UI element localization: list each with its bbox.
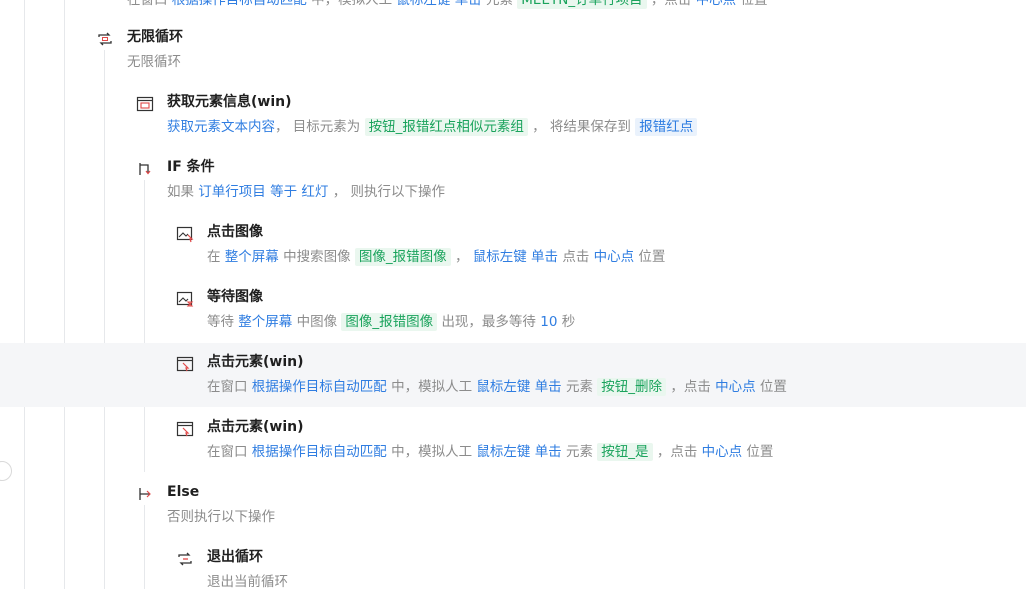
step-desc: 在窗口 根据操作目标自动匹配 中，模拟人工 鼠标左键 单击 元素 按钮_删除 ，…	[207, 378, 787, 396]
step-desc: 在 整个屏幕 中搜索图像 图像_报错图像 ， 鼠标左键 单击 点击 中心点 位置	[207, 248, 666, 266]
step-desc: 在窗口 根据操作目标自动匹配 中，模拟人工 鼠标左键 单击 元素 按钮_是 ，点…	[207, 443, 774, 461]
step-desc: 获取元素文本内容， 目标元素为 按钮_报错红点相似元素组 ， 将结果保存到 报错…	[167, 117, 698, 137]
element-ref[interactable]: 按钮_删除	[597, 378, 667, 396]
step-title: 无限循环	[127, 29, 183, 45]
image-ref[interactable]: 图像_报错图像	[354, 248, 451, 266]
step-desc: 如果 订单行项目 等于 红灯 ， 则执行以下操作	[167, 184, 445, 200]
step-title: 退出循环	[207, 549, 263, 565]
tree-line-level1	[64, 0, 65, 589]
element-ref[interactable]: 按钮_报错红点相似元素组	[364, 118, 528, 136]
wait-image-icon	[176, 291, 194, 307]
step-title: 点击图像	[207, 224, 263, 240]
variable-ref[interactable]: 报错红点	[635, 118, 698, 136]
exit-loop-icon	[178, 552, 192, 566]
window-element-icon	[136, 96, 154, 112]
click-element-icon	[176, 356, 194, 372]
step-title: 点击元素(win)	[207, 354, 304, 370]
step-desc: 退出当前循环	[207, 574, 288, 590]
tree-line-root	[24, 0, 25, 589]
step-desc: 否则执行以下操作	[167, 509, 275, 525]
collapse-handle[interactable]	[0, 461, 12, 481]
loop-icon	[98, 32, 112, 46]
step-desc-partial: 在窗口 根据操作目标自动匹配 中，模拟人工 鼠标左键 单击 元素 MEETN_订…	[127, 0, 767, 10]
step-desc: 无限循环	[127, 54, 181, 70]
else-branch-icon	[139, 488, 151, 500]
tree-line-else	[144, 505, 145, 589]
step-title: 获取元素信息(win)	[167, 94, 292, 110]
step-desc: 等待 整个屏幕 中图像 图像_报错图像 出现，最多等待 10 秒	[207, 313, 576, 331]
branch-icon	[139, 163, 151, 175]
click-image-icon	[176, 226, 194, 243]
step-title: 点击元素(win)	[207, 419, 304, 435]
click-element-icon	[176, 421, 194, 437]
step-title: 等待图像	[207, 289, 263, 305]
tree-line-loop	[104, 50, 105, 589]
step-title: Else	[167, 484, 200, 500]
selected-row-highlight	[0, 343, 1026, 407]
image-ref[interactable]: 图像_报错图像	[341, 313, 438, 331]
tree-line-if	[144, 180, 145, 472]
step-title: IF 条件	[167, 159, 215, 175]
element-ref[interactable]: 按钮_是	[597, 443, 653, 461]
